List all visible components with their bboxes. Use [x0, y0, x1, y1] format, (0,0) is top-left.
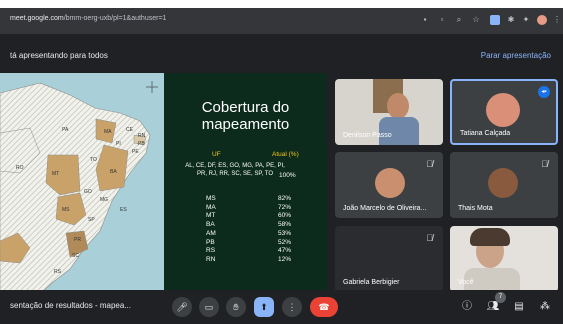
map-label: ES	[120, 207, 127, 213]
profile-avatar[interactable]	[537, 15, 547, 25]
map-label: PE	[132, 149, 139, 155]
map-label: TO	[90, 157, 97, 163]
coverage-row-value: 60%	[278, 212, 292, 220]
map-label: CE	[126, 127, 134, 133]
participant-name: Você	[458, 279, 474, 286]
coverage-row-value: 72%	[278, 203, 292, 211]
microphone-button[interactable]: 🎤︎	[172, 297, 192, 317]
map-label: GO	[84, 189, 92, 195]
coverage-row-uf: RS	[206, 247, 216, 255]
coverage-row-uf: BA	[206, 221, 215, 229]
presenting-bar: tá apresentando para todos Parar apresen…	[0, 46, 563, 68]
participant-avatar	[488, 168, 518, 198]
pin-icon[interactable]: ✦	[521, 15, 531, 25]
present-screen-button[interactable]: ⬆︎	[254, 297, 274, 317]
end-call-button[interactable]: ☎︎	[310, 297, 338, 317]
full-coverage-percent: 100%	[279, 172, 296, 179]
map-label: RS	[54, 269, 62, 275]
participant-name: Tatiana Calçada	[460, 130, 511, 137]
map-label: RN	[138, 133, 146, 139]
browser-url-bar[interactable]: meet.google.com/bmm-oerg-uxb/pl=1&authus…	[0, 8, 563, 34]
coverage-row-uf: PB	[206, 238, 215, 246]
coverage-row-value: 82%	[278, 195, 292, 202]
mic-off-icon: 🎙̸	[426, 233, 433, 243]
chat-icon[interactable]: ▤	[512, 300, 526, 314]
map-label: PA	[62, 127, 69, 133]
camera-icon[interactable]: ▪	[420, 15, 430, 25]
map-label: PI	[116, 141, 121, 147]
map-label: PR	[74, 237, 81, 243]
meet-window: meet.google.com/bmm-oerg-uxb/pl=1&authus…	[0, 8, 563, 318]
activities-icon[interactable]: ⁂	[538, 300, 552, 314]
map-label: MS	[62, 207, 70, 213]
column-header-atual: Atual (%)	[272, 151, 299, 158]
url-text[interactable]: meet.google.com/bmm-oerg-uxb/pl=1&authus…	[10, 15, 166, 22]
speaking-indicator-icon: ◂▪	[538, 86, 550, 98]
map-label: PB	[138, 141, 145, 147]
coverage-row-uf: AM	[206, 229, 216, 237]
browser-menu-icon[interactable]: ⋮	[552, 15, 562, 25]
mic-off-icon: 🎙̸	[541, 159, 548, 169]
coverage-row-value: 58%	[278, 221, 292, 229]
stop-presenting-button[interactable]: Parar apresentação	[481, 51, 551, 60]
bottom-control-bar: sentação de resultados - mapea... 🎤︎ ▭ ✋…	[0, 290, 563, 324]
more-options-button[interactable]: ⋮	[282, 297, 302, 317]
coverage-row-value: 47%	[278, 247, 292, 255]
participant-tile[interactable]: 🎙̸ Thais Mota	[450, 152, 558, 218]
column-header-uf: UF	[212, 151, 221, 158]
participant-name: Gabriela Berbigier	[343, 279, 400, 286]
full-coverage-states: AL, CE, DF, ES, GO, MG, PA, PE, PI, PR, …	[185, 163, 285, 177]
coverage-row-value: 53%	[278, 229, 292, 237]
participant-tile[interactable]: 🎙̸ João Marcelo de Oliveira...	[335, 152, 443, 218]
coverage-row-uf: RN	[206, 255, 216, 263]
shared-presentation: PA MA CE RN PB PE PI TO BA MT MS GO MG S…	[0, 73, 327, 294]
camera-button[interactable]: ▭	[199, 297, 219, 317]
participant-video	[387, 93, 409, 119]
participant-name: Thais Mota	[458, 205, 493, 212]
mic-off-icon: 🎙̸	[426, 159, 433, 169]
meeting-title: sentação de resultados - mapea...	[10, 301, 131, 310]
participant-tile[interactable]: 🎙̸ Gabriela Berbigier	[335, 226, 443, 292]
map-label: MT	[52, 171, 59, 177]
screen-share-icon[interactable]: ▫	[437, 15, 447, 25]
meeting-info-icon[interactable]: ⓘ	[460, 300, 474, 314]
map-label: RO	[16, 165, 24, 171]
participant-shirt	[379, 117, 419, 145]
coverage-row-uf: MS	[206, 195, 216, 202]
map-label: SC	[72, 253, 79, 259]
bookmark-star-icon[interactable]: ☆	[471, 15, 481, 25]
coverage-row-value: 12%	[278, 255, 292, 263]
participant-tile[interactable]: Denilson Passo	[335, 79, 443, 145]
self-hair	[470, 228, 510, 246]
zoom-icon[interactable]: ⌕	[454, 15, 464, 25]
slide-content: Cobertura do mapeamento UF Atual (%) AL,…	[164, 73, 327, 294]
participant-avatar	[486, 93, 520, 127]
raise-hand-button[interactable]: ✋︎	[226, 297, 246, 317]
extension-icon[interactable]	[490, 15, 500, 25]
map-label: SP	[88, 217, 95, 223]
map-label: MG	[100, 197, 108, 203]
brazil-map: PA MA CE RN PB PE PI TO BA MT MS GO MG S…	[0, 73, 164, 294]
participant-avatar	[375, 168, 405, 198]
puzzle-icon[interactable]: ✱	[506, 15, 516, 25]
coverage-row-uf: MT	[206, 212, 216, 220]
people-count-badge: 7	[495, 292, 506, 303]
map-graphic: PA MA CE RN PB PE PI TO BA MT MS GO MG S…	[0, 81, 158, 294]
coverage-row-uf: MA	[206, 203, 216, 211]
map-label: BA	[110, 169, 117, 175]
self-view-tile[interactable]: Você	[450, 226, 558, 292]
map-label: MA	[104, 129, 112, 135]
coverage-row-value: 52%	[278, 238, 292, 246]
participant-name: Denilson Passo	[343, 132, 392, 139]
slide-title: Cobertura do mapeamento	[201, 99, 290, 133]
presenting-text: tá apresentando para todos	[10, 51, 108, 60]
participant-tile[interactable]: ◂▪ Tatiana Calçada	[450, 79, 558, 145]
participant-name: João Marcelo de Oliveira...	[343, 205, 427, 212]
